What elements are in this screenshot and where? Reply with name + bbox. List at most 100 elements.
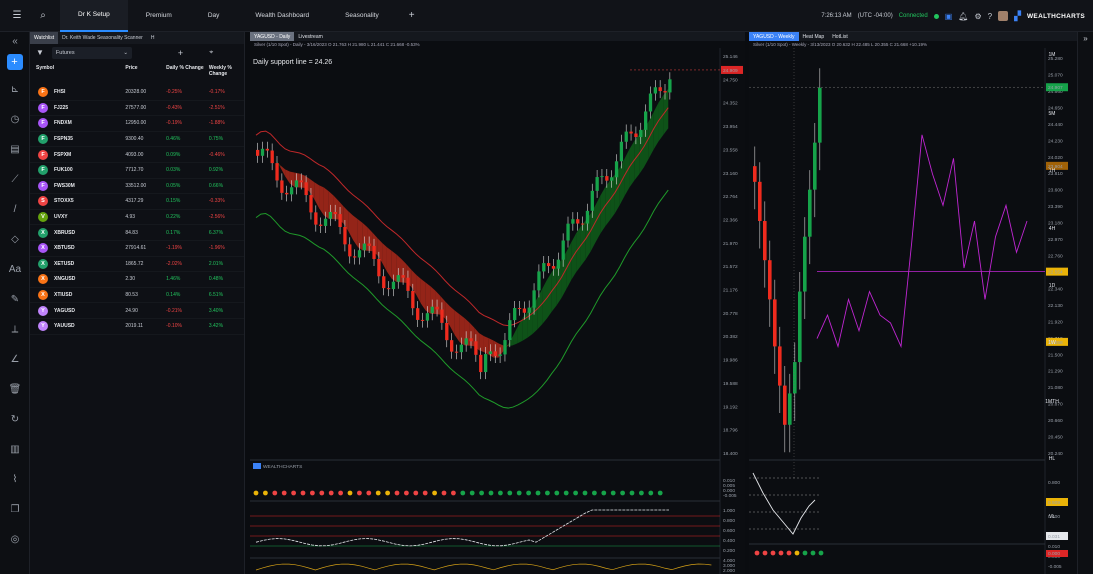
angle-icon[interactable]: ∠ [0, 344, 30, 374]
watchlist-row[interactable]: Y YAUUSD 2019.11 -0.10% 3.42% [30, 319, 244, 335]
timeframe-1m[interactable]: 1M [1037, 52, 1067, 58]
search-icon[interactable]: ⌕ [34, 7, 52, 25]
tab-watchlist[interactable]: Watchlist [30, 32, 59, 44]
tab-hotlist[interactable]: HotList [828, 32, 852, 41]
tab-premium[interactable]: Premium [128, 0, 190, 32]
watchlist-row[interactable]: F FJ225 27577.00 -0.43% -2.51% [30, 101, 244, 117]
watchlist-row[interactable]: S STOXX5 4317.29 0.15% -0.33% [30, 194, 244, 210]
settings-icon[interactable]: ⚙ [974, 12, 981, 21]
brand-logo-icon: ▞ [1014, 10, 1021, 21]
tab-day[interactable]: Day [190, 0, 238, 32]
chart-axis-icon[interactable]: ⊾ [0, 74, 30, 104]
target-icon[interactable]: ◎ [0, 524, 30, 554]
filter-icon[interactable]: ▼ [36, 48, 44, 57]
tab-h[interactable]: H [147, 32, 159, 44]
timezone[interactable]: (UTC -04:00) [858, 13, 893, 19]
watchlist-row[interactable]: F FWS30M 33512.00 0.05% 0.66% [30, 179, 244, 195]
tab-livestream[interactable]: Livestream [294, 32, 326, 41]
add-symbol-icon[interactable]: + [178, 48, 183, 58]
collapse-left-icon[interactable]: « [0, 32, 30, 50]
candle-body [566, 223, 570, 241]
shapes-icon[interactable]: ◇ [0, 224, 30, 254]
watchlist-row[interactable]: Y YAGUSD 24.90 -0.21% 3.40% [30, 303, 244, 319]
ribbon-segment [382, 242, 387, 272]
refresh-icon[interactable]: ↻ [0, 404, 30, 434]
help-icon[interactable]: ? [988, 12, 992, 21]
trend-icon[interactable]: ⟋ [0, 164, 30, 194]
row-daily-change: -0.43% [166, 104, 182, 111]
tab-dr-k-setup[interactable]: Dr K Setup [60, 0, 128, 32]
line-tool-icon[interactable]: / [0, 194, 30, 224]
menu-icon[interactable]: ☰ [8, 7, 26, 25]
header-daily-change[interactable]: Daily % Change [166, 65, 209, 71]
tab-seasonality[interactable]: Seasonality [327, 0, 397, 32]
candle-body [314, 212, 318, 225]
timeframe-1h[interactable]: 1H [1037, 168, 1067, 174]
daily-ohlc-readout: Silver (1/10 Spot) - Daily - 3/16/2023 O… [254, 42, 420, 47]
row-price: 4317.29 [125, 198, 144, 205]
save-icon[interactable]: ▣ [945, 12, 953, 21]
watchlist-row[interactable]: F FSPN35 9300.40 0.46% 0.75% [30, 132, 244, 148]
watchlist-row[interactable]: X XBTUSD 27914.61 -1.19% -1.96% [30, 241, 244, 257]
row-symbol: S STOXX5 [36, 196, 125, 207]
pencil-icon[interactable]: ✎ [0, 284, 30, 314]
watchlist-row[interactable]: X XNGUSD 2.30 1.46% 0.48% [30, 272, 244, 288]
ruler-icon[interactable]: ⟂ [0, 314, 30, 344]
timeframe-4h[interactable]: 4H [1037, 226, 1067, 232]
row-price: 2019.11 [125, 323, 144, 330]
add-tab-icon[interactable]: + [403, 7, 421, 25]
weekly-chart-canvas[interactable]: 25.28025.07024.86024.65024.44024.23024.0… [749, 48, 1077, 574]
avatar[interactable] [998, 11, 1009, 21]
watchlist-row[interactable]: X XTIUSD 80.53 0.14% 6.51% [30, 288, 244, 304]
clock-icon[interactable]: ◷ [0, 104, 30, 134]
tab-seasonality-scanner[interactable]: Dr. Keith Wade Seasonality Scanner [58, 32, 147, 44]
header-price[interactable]: Price [125, 65, 166, 71]
ribbon-segment [459, 314, 465, 346]
symbol-badge-icon: Y [38, 321, 48, 332]
ribbon-segment [610, 174, 615, 221]
briefcase-icon[interactable]: ▤ [0, 134, 30, 164]
row-daily-change: 0.15% [166, 198, 181, 205]
tab-heat-map[interactable]: Heat Map [799, 32, 829, 41]
timeframe-1mth[interactable]: 1MTH [1037, 399, 1067, 405]
copy-icon[interactable]: ❐ [0, 494, 30, 524]
watchlist-row[interactable]: F FUK100 7712.70 0.03% 0.92% [30, 163, 244, 179]
add-button[interactable]: + [6, 54, 23, 70]
watchlist-row[interactable]: F FNDXM 12950.00 -0.19% -1.88% [30, 116, 244, 132]
candle-body [585, 210, 590, 224]
collapse-right-icon[interactable]: » [1078, 34, 1093, 43]
daily-chart-canvas[interactable]: 25.146 24.750 24.352 23.954 23.558 23.160 22.7… [250, 48, 745, 574]
row-weekly-change: -2.51% [208, 104, 225, 111]
timeframe-hl[interactable]: HL [1037, 456, 1067, 462]
tab-daily[interactable]: YAGUSD - Daily [250, 32, 295, 41]
text-tool-icon[interactable]: Aa [0, 254, 30, 284]
header-symbol[interactable]: Symbol [36, 65, 125, 71]
pin-icon[interactable]: ⌖ [209, 49, 213, 57]
candle-body [551, 266, 556, 269]
ribbon-segment [314, 182, 320, 209]
signal-dot [488, 490, 494, 496]
timeframe-1w[interactable]: 1W [1037, 340, 1067, 346]
watchlist-row[interactable]: F FHSI 20328.00 -0.25% -0.17% [30, 85, 244, 101]
tab-weekly[interactable]: YAGUSD - Weekly [749, 32, 799, 41]
timeframe-1d[interactable]: 1D [1037, 283, 1067, 289]
bell-icon[interactable]: 🔔︎ [958, 12, 968, 21]
watchlist-row[interactable]: F FSPXM 4093.00 0.09% -0.46% [30, 147, 244, 163]
zigzag-icon[interactable]: ⌇ [0, 464, 30, 494]
header-weekly-change[interactable]: Weekly % Change [209, 65, 238, 77]
ribbon-segment [469, 322, 475, 347]
trash-icon[interactable]: 🗑︎ [0, 374, 30, 404]
watchlist-row[interactable]: X XBRUSD 84.83 0.17% 6.37% [30, 225, 244, 241]
symbol-badge-icon: V [38, 212, 48, 223]
ribbon-segment [624, 149, 630, 196]
signal-dot [610, 490, 616, 496]
row-daily-change: -1.19% [166, 245, 182, 252]
watchlist-select[interactable]: Futures ⌄ [51, 46, 132, 59]
watchlist-row[interactable]: V UVXY 4.93 0.22% -2.56% [30, 210, 244, 226]
tab-wealth-dashboard[interactable]: Wealth Dashboard [237, 0, 327, 32]
timeframe-5m[interactable]: 5M [1037, 111, 1067, 117]
indicator2-tick-label: 1.000 [723, 508, 735, 514]
bar-chart-icon[interactable]: ▥ [0, 434, 30, 464]
watchlist-row[interactable]: X XETUSD 1865.72 -2.02% 2.01% [30, 257, 244, 273]
timeframe-vl[interactable]: VL [1037, 514, 1067, 520]
